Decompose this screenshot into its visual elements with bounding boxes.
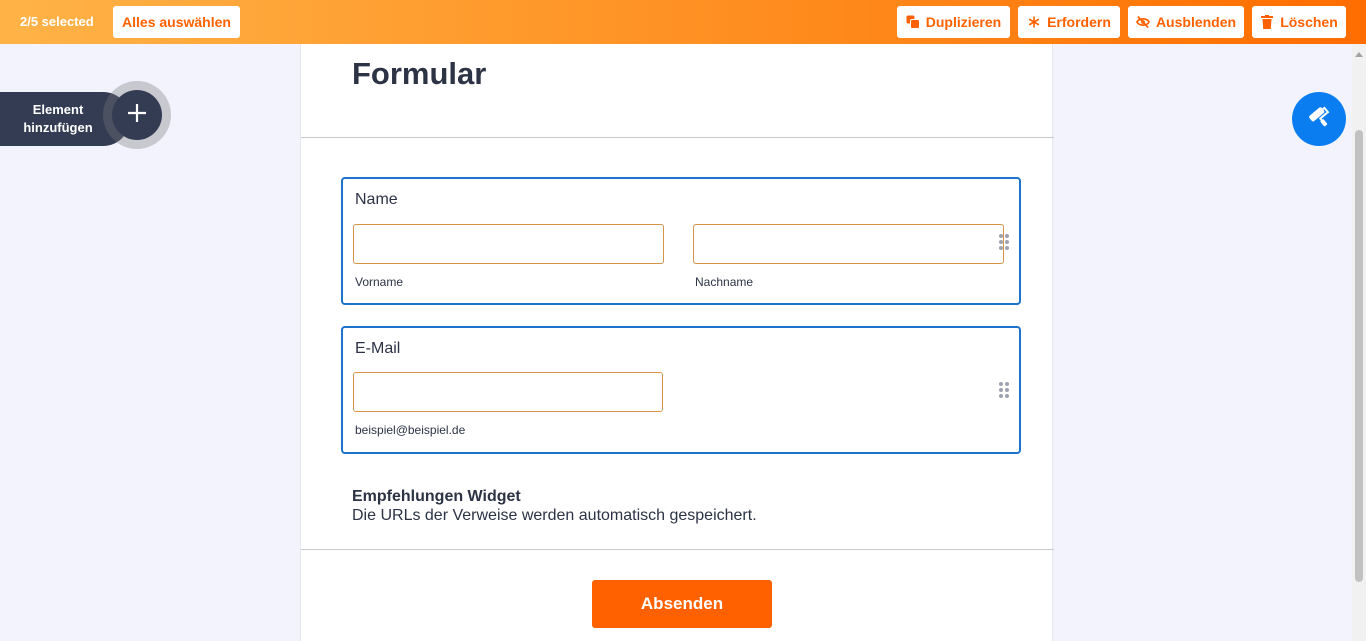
- widget-title: Empfehlungen Widget: [352, 488, 521, 505]
- selection-toolbar: 2/5 selected Alles auswählen Duplizieren…: [0, 0, 1366, 44]
- require-button[interactable]: Erfordern: [1018, 6, 1120, 38]
- drag-handle-icon[interactable]: [999, 234, 1011, 250]
- scrollbar[interactable]: [1352, 44, 1366, 641]
- submit-button[interactable]: Absenden: [592, 580, 772, 628]
- email-field-block[interactable]: E-Mail beispiel@beispiel.de: [341, 326, 1021, 454]
- duplicate-icon: [906, 15, 920, 29]
- add-element-label-line1: Element: [32, 102, 84, 117]
- page-title[interactable]: Formular: [352, 56, 486, 92]
- paint-roller-icon: [1306, 104, 1332, 134]
- hide-button[interactable]: Ausblenden: [1128, 6, 1244, 38]
- widget-description: Die URLs der Verweise werden automatisch…: [352, 507, 757, 524]
- form-card: Formular Name Vorname Nachname E-Mail be…: [300, 44, 1054, 641]
- header-divider: [301, 137, 1054, 138]
- scrollbar-thumb[interactable]: [1355, 130, 1363, 582]
- eye-off-icon: [1135, 15, 1150, 29]
- last-name-input[interactable]: [693, 224, 1004, 264]
- delete-button[interactable]: Löschen: [1252, 6, 1346, 38]
- add-element-button[interactable]: [112, 90, 162, 140]
- asterisk-icon: [1027, 15, 1041, 29]
- form-designer-button[interactable]: [1292, 92, 1346, 146]
- add-element-label-line2: hinzufügen: [23, 120, 93, 135]
- duplicate-button[interactable]: Duplizieren: [897, 6, 1010, 38]
- select-all-label: Alles auswählen: [122, 14, 231, 30]
- add-element-control[interactable]: Element hinzufügen: [0, 81, 171, 149]
- drag-handle-icon[interactable]: [999, 382, 1011, 398]
- select-all-button[interactable]: Alles auswählen: [113, 6, 240, 38]
- trash-icon: [1260, 15, 1274, 29]
- delete-label: Löschen: [1280, 14, 1338, 30]
- email-field-label: E-Mail: [355, 340, 401, 357]
- first-name-input[interactable]: [353, 224, 664, 264]
- selected-count: 2/5 selected: [20, 14, 94, 29]
- plus-icon: [126, 102, 148, 128]
- duplicate-label: Duplizieren: [925, 14, 1002, 30]
- last-name-sublabel: Nachname: [695, 275, 754, 289]
- scroll-up-icon[interactable]: [1355, 52, 1363, 57]
- first-name-sublabel: Vorname: [355, 275, 404, 289]
- name-field-block[interactable]: Name Vorname Nachname: [341, 177, 1021, 305]
- submit-label: Absenden: [640, 594, 724, 613]
- add-element-label: Element hinzufügen: [8, 101, 108, 137]
- email-sublabel: beispiel@beispiel.de: [355, 423, 466, 437]
- footer-divider: [301, 549, 1054, 550]
- email-input[interactable]: [353, 372, 663, 412]
- require-label: Erfordern: [1047, 14, 1111, 30]
- hide-label: Ausblenden: [1155, 14, 1237, 30]
- name-field-label: Name: [355, 191, 398, 208]
